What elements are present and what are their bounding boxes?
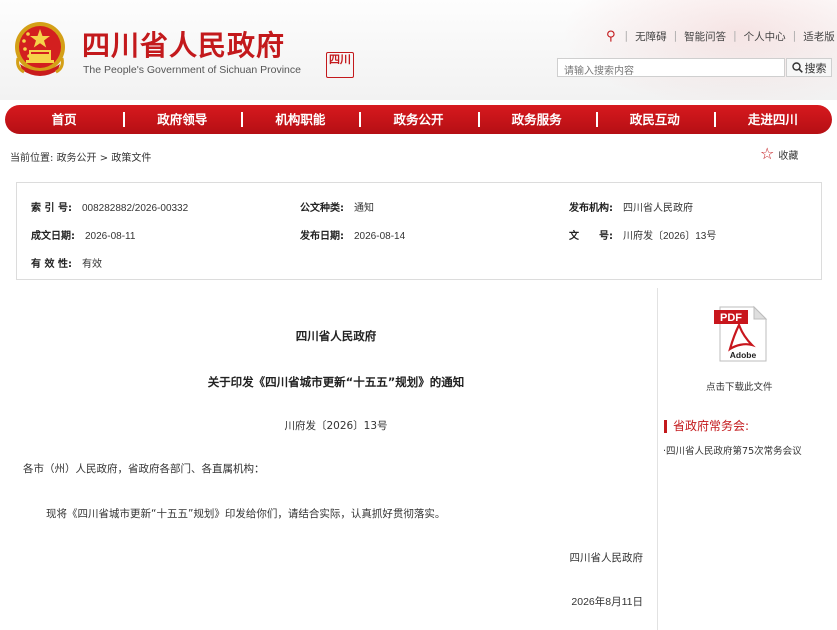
- separator: |: [624, 30, 629, 42]
- meta-doc-no: 文 号: 川府发〔2026〕13号: [569, 231, 717, 242]
- nav-item-home[interactable]: 首页: [5, 105, 123, 134]
- site-subtitle: The People's Government of Sichuan Provi…: [83, 64, 301, 76]
- pdf-file-icon[interactable]: PDF Adobe: [712, 305, 770, 363]
- nav-item-services[interactable]: 政务服务: [477, 105, 596, 134]
- breadcrumb-policy-docs[interactable]: 政策文件: [111, 153, 151, 164]
- smart-qa-link[interactable]: 智能问答: [684, 29, 726, 44]
- elderly-version-link[interactable]: 适老版: [803, 29, 835, 44]
- meta-published: 发布日期: 2026-08-14: [300, 231, 406, 242]
- download-file-link[interactable]: 点击下载此文件: [706, 379, 773, 393]
- separator: |: [733, 30, 737, 42]
- document-issuer: 四川省人民政府: [295, 329, 377, 343]
- breadcrumb-gov-affairs[interactable]: 政务公开: [57, 153, 97, 164]
- site-header: 四川省人民政府 The People's Government of Sichu…: [0, 0, 837, 100]
- sidebar-meeting-link[interactable]: ·四川省人民政府第75次常务会议: [663, 443, 802, 457]
- separator: |: [673, 30, 678, 42]
- meta-doc-type: 公文种类: 通知: [300, 203, 374, 214]
- breadcrumb: 当前位置: 政务公开 > 政策文件: [10, 149, 151, 164]
- star-icon: ☆: [760, 144, 775, 163]
- sidebar-heading: 省政府常务会:: [664, 420, 749, 433]
- breadcrumb-prefix: 当前位置:: [10, 153, 54, 164]
- meta-index-no: 索 引 号: 008282882/2026-00332: [31, 203, 189, 214]
- meta-validity: 有 效 性: 有效: [31, 259, 102, 270]
- favorite-label: 收藏: [778, 150, 799, 162]
- nav-item-interaction[interactable]: 政民互动: [595, 105, 714, 134]
- svg-text:PDF: PDF: [720, 312, 742, 324]
- nav-item-leaders[interactable]: 政府领导: [123, 105, 241, 134]
- svg-text:Adobe: Adobe: [730, 350, 757, 360]
- document-content: 四川省人民政府 关于印发《四川省城市更新“十五五”规划》的通知 川府发〔2026…: [16, 288, 658, 630]
- header-decoration: [560, 0, 837, 100]
- search-button-label: 搜索: [804, 61, 827, 75]
- document-date: 2026年8月11日: [571, 596, 643, 608]
- search-input[interactable]: 请输入搜索内容: [557, 58, 785, 77]
- site-title[interactable]: 四川省人民政府: [82, 24, 285, 64]
- search-icon: [791, 62, 803, 73]
- breadcrumb-separator: >: [99, 153, 109, 164]
- accessibility-link[interactable]: 无障碍: [635, 29, 667, 44]
- document-metadata: 索 引 号: 008282882/2026-00332 公文种类: 通知 发布机构:…: [16, 182, 822, 280]
- favorite-button[interactable]: ☆ 收藏: [760, 146, 798, 162]
- separator: |: [792, 30, 797, 42]
- location-pin-icon: ⚲: [606, 28, 616, 44]
- personal-center-link[interactable]: 个人中心: [744, 29, 786, 44]
- meta-created: 成文日期: 2026-08-11: [31, 231, 136, 242]
- seal-logo: 四川: [326, 52, 354, 78]
- top-links: ⚲ | 无障碍 | 智能问答 | 个人中心 | 适老版: [606, 27, 835, 45]
- nav-item-sichuan[interactable]: 走进四川: [713, 105, 832, 134]
- nav-item-functions[interactable]: 机构职能: [241, 105, 359, 134]
- nav-item-gov-affairs[interactable]: 政务公开: [359, 105, 477, 134]
- document-number: 川府发〔2026〕13号: [284, 420, 388, 432]
- search-button[interactable]: 搜索: [786, 58, 832, 77]
- document-address: 各市（州）人民政府，省政府各部门、各直属机构：: [23, 463, 265, 475]
- document-body: 现将《四川省城市更新“十五五”规划》印发给你们，请结合实际，认真抓好贯彻落实。: [46, 508, 446, 520]
- main-nav: 首页 政府领导 机构职能 政务公开 政务服务 政民互动 走进四川: [5, 105, 832, 134]
- national-emblem-icon[interactable]: [12, 20, 68, 80]
- document-signature: 四川省人民政府: [569, 552, 644, 564]
- meta-issuer: 发布机构: 四川省人民政府: [569, 203, 693, 214]
- document-title: 关于印发《四川省城市更新“十五五”规划》的通知: [207, 375, 465, 389]
